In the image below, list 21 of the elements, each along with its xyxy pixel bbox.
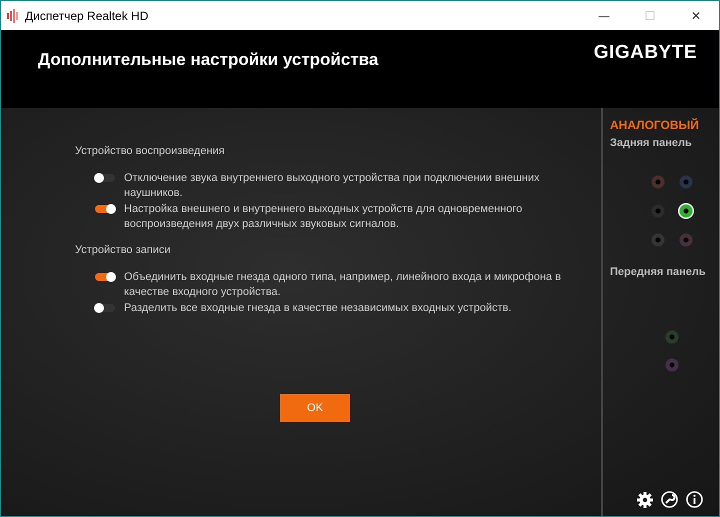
panel-label: Передняя панель xyxy=(610,266,707,278)
settings-icon[interactable] xyxy=(637,492,653,508)
info-icon[interactable] xyxy=(686,491,703,508)
brand-logo: GIGABYTE xyxy=(594,42,697,64)
audio-jack-icon[interactable] xyxy=(677,202,695,220)
toggle-switch[interactable] xyxy=(95,273,115,281)
page-title: Дополнительные настройки устройства xyxy=(38,50,378,70)
toggle-switch[interactable] xyxy=(95,174,115,182)
toggle-switch[interactable] xyxy=(95,304,115,312)
toggle-switch[interactable] xyxy=(95,205,115,213)
option-label: Объединить входные гнезда одного типа, например, линейного входа и микрофона в качестве входного устройства. xyxy=(124,270,562,300)
option-label: Отключение звука внутреннего выходного устройства при подключении внешних наушников. xyxy=(124,171,540,201)
section-heading: Устройство воспроизведения xyxy=(75,145,226,157)
window-title: Диспетчер Realtek HD xyxy=(25,8,150,22)
speaker-icon xyxy=(7,8,19,22)
section-heading: Устройство записи xyxy=(75,244,172,256)
wrench-icon[interactable] xyxy=(661,491,678,508)
option-label: Разделить все входные гнезда в качестве независимых входных устройств. xyxy=(124,301,512,316)
panel-label: Задняя панель xyxy=(610,137,693,149)
option-label: Настройка внешнего и внутреннего выходных устройств для одновременного воспроизведения двух различных звуковых сигналов. xyxy=(124,202,524,232)
panel-title: АНАЛОГОВЫЙ xyxy=(610,118,700,132)
